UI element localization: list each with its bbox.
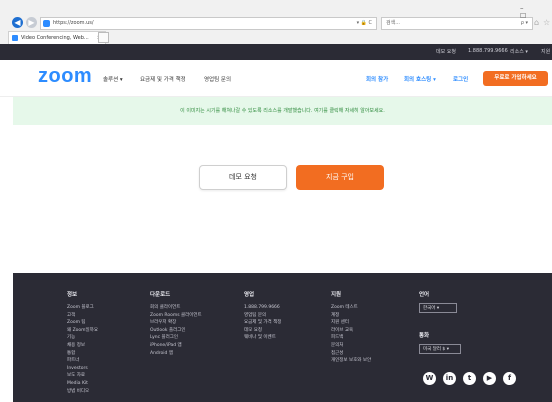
main-header: zoom 솔루션 ▾ 요금제 및 가격 책정 영업팀 문의 회의 참가 회의 호… [0,60,552,97]
footer-col-support-title: 지원 [331,292,342,298]
footer-language-title: 언어 [419,292,430,298]
footer-link[interactable]: Android 앱 [150,350,202,358]
address-controls[interactable]: ▾ 🔒 C [357,18,372,29]
site-favicon-icon [43,20,50,27]
browser-search-box[interactable]: 검색... ρ ▾ [381,17,533,30]
footer-link[interactable]: 데모 요청 [244,327,281,335]
footer-link[interactable]: Zoom 팀 [67,319,98,327]
footer-link[interactable]: Zoom Rooms 클라이언트 [150,312,202,320]
footer-link[interactable]: Investors [67,365,98,373]
footer-col-about-title: 정보 [67,292,78,298]
footer-col-download-title: 다운로드 [150,292,171,298]
sign-up-free-button[interactable]: 무료로 가입하세요 [483,71,548,86]
footer-link[interactable]: 방법 비디오 [67,388,98,396]
footer-link[interactable]: 지원 센터 [331,319,371,327]
search-placeholder[interactable]: 검색... [386,18,400,29]
new-tab-button[interactable] [98,32,109,43]
sign-in-link[interactable]: 로그인 [453,75,468,83]
footer-link[interactable]: 통합 [67,350,98,358]
buy-now-button[interactable]: 지금 구입 [296,165,384,190]
footer-link[interactable]: 고객 [67,312,98,320]
tab-favicon-icon [12,35,18,41]
footer-link[interactable]: 접근성 [331,350,371,358]
footer-link[interactable]: iPhone/iPad 앱 [150,342,202,350]
footer-link[interactable]: 피드백 [331,334,371,342]
facebook-icon[interactable]: f [503,372,516,385]
banner-text[interactable]: 이 이미지는 시기를 해쳐나갈 수 있도록 리소스를 개발했습니다. 여기를 클… [13,107,552,114]
footer-link[interactable]: 개인정보 보호와 보안 [331,357,371,365]
top-utility-bar: 데모 요청 1.888.799.9666 리소스 ▾ 지원 [0,44,552,60]
join-meeting-link[interactable]: 회의 참가 [366,75,388,83]
footer-col-download: 회의 클라이언트 Zoom Rooms 클라이언트 브라우저 확장 Outloo… [150,304,202,357]
language-select[interactable]: 한국어 ▾ [419,303,457,313]
nav-contact-sales[interactable]: 영업팀 문의 [204,75,231,83]
host-meeting-link[interactable]: 회의 호스팅 ▾ [404,75,436,83]
forward-arrow-icon[interactable]: ▶ [26,17,37,28]
footer-link[interactable]: Zoom 테스트 [331,304,371,312]
footer-link[interactable]: 파트너 [67,357,98,365]
footer-col-support: Zoom 테스트 계정 지원 센터 라이브 교육 피드백 문의처 접근성 개인정… [331,304,371,365]
footer-link[interactable]: 기능 [67,334,98,342]
top-link-demo[interactable]: 데모 요청 [436,48,456,55]
footer-col-about: Zoom 블로그 고객 Zoom 팀 왜 Zoom일까요 기능 채용 정보 통합… [67,304,98,395]
favorites-star-icon[interactable]: ☆ [543,18,550,27]
twitter-icon[interactable]: t [463,372,476,385]
currency-select[interactable]: 미국 달러 $ ▾ [419,344,461,354]
top-link-resources[interactable]: 리소스 ▾ [510,48,528,55]
home-icon[interactable]: ⌂ [534,18,539,27]
nav-pricing[interactable]: 요금제 및 가격 책정 [140,75,186,83]
info-banner[interactable]: 이 이미지는 시기를 해쳐나갈 수 있도록 리소스를 개발했습니다. 여기를 클… [13,97,552,125]
footer-link[interactable]: 브라우저 확장 [150,319,202,327]
footer-link[interactable]: 회의 클라이언트 [150,304,202,312]
back-arrow-icon[interactable]: ◀ [12,17,23,28]
request-demo-button[interactable]: 데모 요청 [199,165,287,190]
footer-link[interactable]: Lync 플러그인 [150,334,202,342]
footer-currency-title: 통화 [419,333,430,339]
footer-link[interactable]: 보도 자료 [67,372,98,380]
zoom-logo[interactable]: zoom [38,65,92,88]
browser-tab[interactable]: Video Conferencing, Web... × [8,31,106,44]
footer-link[interactable]: 1.888.799.9666 [244,304,281,312]
footer-link[interactable]: Media Kit [67,380,98,388]
footer-link[interactable]: 계정 [331,312,371,320]
footer-link[interactable]: 왜 Zoom일까요 [67,327,98,335]
footer-col-sales-title: 영업 [244,292,255,298]
top-link-support[interactable]: 지원 [541,48,550,55]
address-bar[interactable]: https://zoom.us/ ▾ 🔒 C [40,17,377,30]
footer-link[interactable]: 채용 정보 [67,342,98,350]
footer-link[interactable]: 라이브 교육 [331,327,371,335]
address-url[interactable]: https://zoom.us/ [53,18,94,29]
footer-link[interactable]: 문의처 [331,342,371,350]
tab-label: Video Conferencing, Web... [21,35,89,41]
footer: 정보 Zoom 블로그 고객 Zoom 팀 왜 Zoom일까요 기능 채용 정보… [13,273,552,402]
youtube-icon[interactable]: ▶ [483,372,496,385]
footer-link[interactable]: 요금제 및 가격 책정 [244,319,281,327]
nav-solutions[interactable]: 솔루션 ▾ [103,75,123,83]
browser-chrome: ◀ ▶ https://zoom.us/ ▾ 🔒 C 검색... ρ ▾ – ☐… [0,0,552,44]
wordpress-icon[interactable]: W [423,372,436,385]
linkedin-icon[interactable]: in [443,372,456,385]
top-link-phone[interactable]: 1.888.799.9666 [468,48,508,54]
footer-col-sales: 1.888.799.9666 영업팀 문의 요금제 및 가격 책정 데모 요청 … [244,304,281,342]
footer-link[interactable]: Zoom 블로그 [67,304,98,312]
footer-link[interactable]: 영업팀 문의 [244,312,281,320]
footer-link[interactable]: 웨비나 및 이벤트 [244,334,281,342]
footer-link[interactable]: Outlook 플러그인 [150,327,202,335]
